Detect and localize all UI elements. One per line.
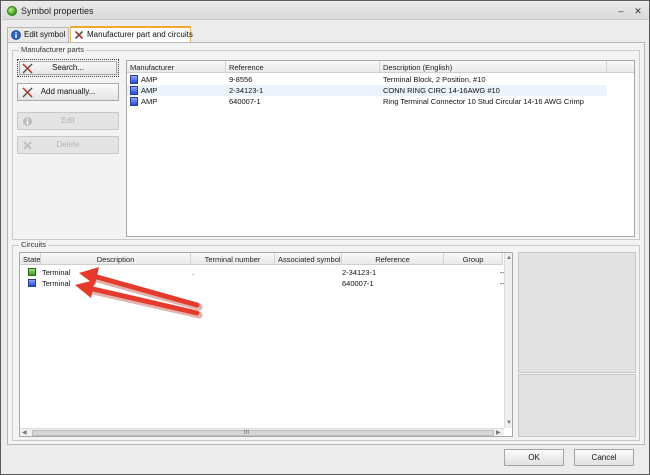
manufacturer-parts-group: Manufacturer parts Search... Add manuall… (12, 45, 640, 240)
manufacturer-parts-header: Manufacturer Reference Description (Engl… (127, 61, 634, 73)
add-manually-button-label: Add manually... (40, 87, 96, 96)
part-icon (130, 75, 138, 84)
add-tool-icon (22, 87, 33, 98)
column-description[interactable]: Description (English) (380, 61, 607, 73)
scroll-thumb[interactable] (32, 430, 494, 436)
info-icon (11, 30, 21, 40)
state-part-icon (28, 279, 36, 287)
associated-symbol-cell (275, 267, 342, 278)
title-bar[interactable]: Symbol properties – ✕ (2, 2, 649, 20)
column-circuit-reference[interactable]: Reference (342, 253, 444, 265)
info-icon (23, 117, 32, 126)
column-reference[interactable]: Reference (226, 61, 380, 73)
edit-button-label: Edit (61, 116, 75, 125)
circuits-header: State Description Terminal number Associ… (20, 253, 503, 265)
tab-edit-symbol-label: Edit symbol (24, 30, 66, 39)
part-icon (130, 97, 138, 106)
tab-content: Manufacturer parts Search... Add manuall… (7, 42, 645, 445)
reference-cell: 2-34123-1 (229, 86, 264, 95)
delete-button[interactable]: Delete (17, 136, 119, 154)
scroll-grip-icon: III (244, 430, 250, 436)
circuit-reference-cell: 2-34123-1 (342, 268, 377, 277)
description-cell: CONN RING CIRC 14-16AWG #10 (383, 86, 500, 95)
terminal-number-cell (189, 278, 209, 289)
search-button[interactable]: Search... (17, 59, 119, 77)
table-row[interactable]: AMP 640007-1 Ring Terminal Connector 10 … (127, 96, 634, 107)
manufacturer-parts-label: Manufacturer parts (19, 45, 86, 54)
description-cell: Ring Terminal Connector 10 Stud Circular… (383, 97, 584, 106)
add-manually-button[interactable]: Add manually... (17, 83, 119, 101)
cancel-button[interactable]: Cancel (574, 449, 634, 466)
column-terminal-number[interactable]: Terminal number (191, 253, 275, 265)
symbol-preview-panel (518, 252, 636, 373)
search-tool-icon (22, 63, 33, 74)
ok-button[interactable]: OK (504, 449, 564, 466)
reference-cell: 640007-1 (229, 97, 261, 106)
table-row[interactable]: AMP 2-34123-1 CONN RING CIRC 14-16AWG #1… (127, 85, 607, 96)
circuit-detail-panel (518, 374, 636, 437)
column-associated-symbol[interactable]: Associated symbol (275, 253, 342, 265)
circuits-horizontal-scrollbar[interactable]: ◀ III ▶ (20, 428, 504, 436)
circuit-description-cell: Terminal (42, 268, 71, 277)
tab-manufacturer-label: Manufacturer part and circuits (87, 30, 193, 39)
delete-button-label: Delete (56, 140, 80, 149)
manufacturer-cell: AMP (141, 97, 158, 106)
column-circuit-description[interactable]: Description (41, 253, 191, 265)
manufacturer-cell: AMP (141, 86, 158, 95)
table-row[interactable]: Terminal 640007-1 -- (20, 278, 505, 289)
circuits-group: Circuits State Description Terminal numb… (12, 240, 640, 441)
scroll-right-icon[interactable]: ▶ (496, 429, 501, 437)
column-state[interactable]: State (20, 253, 41, 265)
tab-manufacturer-part-and-circuits[interactable]: Manufacturer part and circuits (70, 26, 193, 42)
terminal-number-cell: . (192, 268, 195, 277)
column-manufacturer[interactable]: Manufacturer (127, 61, 226, 73)
circuit-description-cell: Terminal (42, 279, 71, 288)
tab-edit-symbol[interactable]: Edit symbol (7, 27, 69, 42)
circuits-label: Circuits (19, 240, 49, 249)
part-icon (130, 86, 138, 95)
delete-icon (23, 141, 32, 150)
window-title: Symbol properties (21, 6, 94, 16)
circuit-reference-cell: 640007-1 (342, 279, 374, 288)
scroll-down-icon[interactable]: ▼ (506, 419, 512, 427)
minimize-button[interactable]: – (615, 5, 627, 17)
table-row[interactable]: Terminal . 2-34123-1 -- (20, 267, 505, 278)
scroll-left-icon[interactable]: ◀ (22, 429, 27, 437)
associated-symbol-cell (275, 278, 342, 289)
reference-cell: 9-8556 (229, 75, 253, 84)
search-button-label: Search... (51, 63, 84, 72)
table-row[interactable]: AMP 9-8556 Terminal Block, 2 Position, #… (127, 74, 634, 85)
description-cell: Terminal Block, 2 Position, #10 (383, 75, 486, 84)
scroll-up-icon[interactable]: ▲ (506, 254, 512, 262)
symbol-properties-window: Symbol properties – ✕ Edit symbol Manufa… (0, 0, 650, 475)
edit-button[interactable]: Edit (17, 112, 119, 130)
manufacturer-parts-table: Manufacturer Reference Description (Engl… (126, 60, 635, 237)
close-button[interactable]: ✕ (632, 5, 644, 17)
manufacturer-cell: AMP (141, 75, 158, 84)
state-ok-icon (28, 268, 36, 276)
tools-icon (74, 30, 84, 40)
circuits-table: State Description Terminal number Associ… (19, 252, 513, 437)
column-group[interactable]: Group (444, 253, 503, 265)
circuits-vertical-scrollbar[interactable]: ▲ ▼ (504, 253, 512, 428)
app-icon (7, 6, 17, 16)
